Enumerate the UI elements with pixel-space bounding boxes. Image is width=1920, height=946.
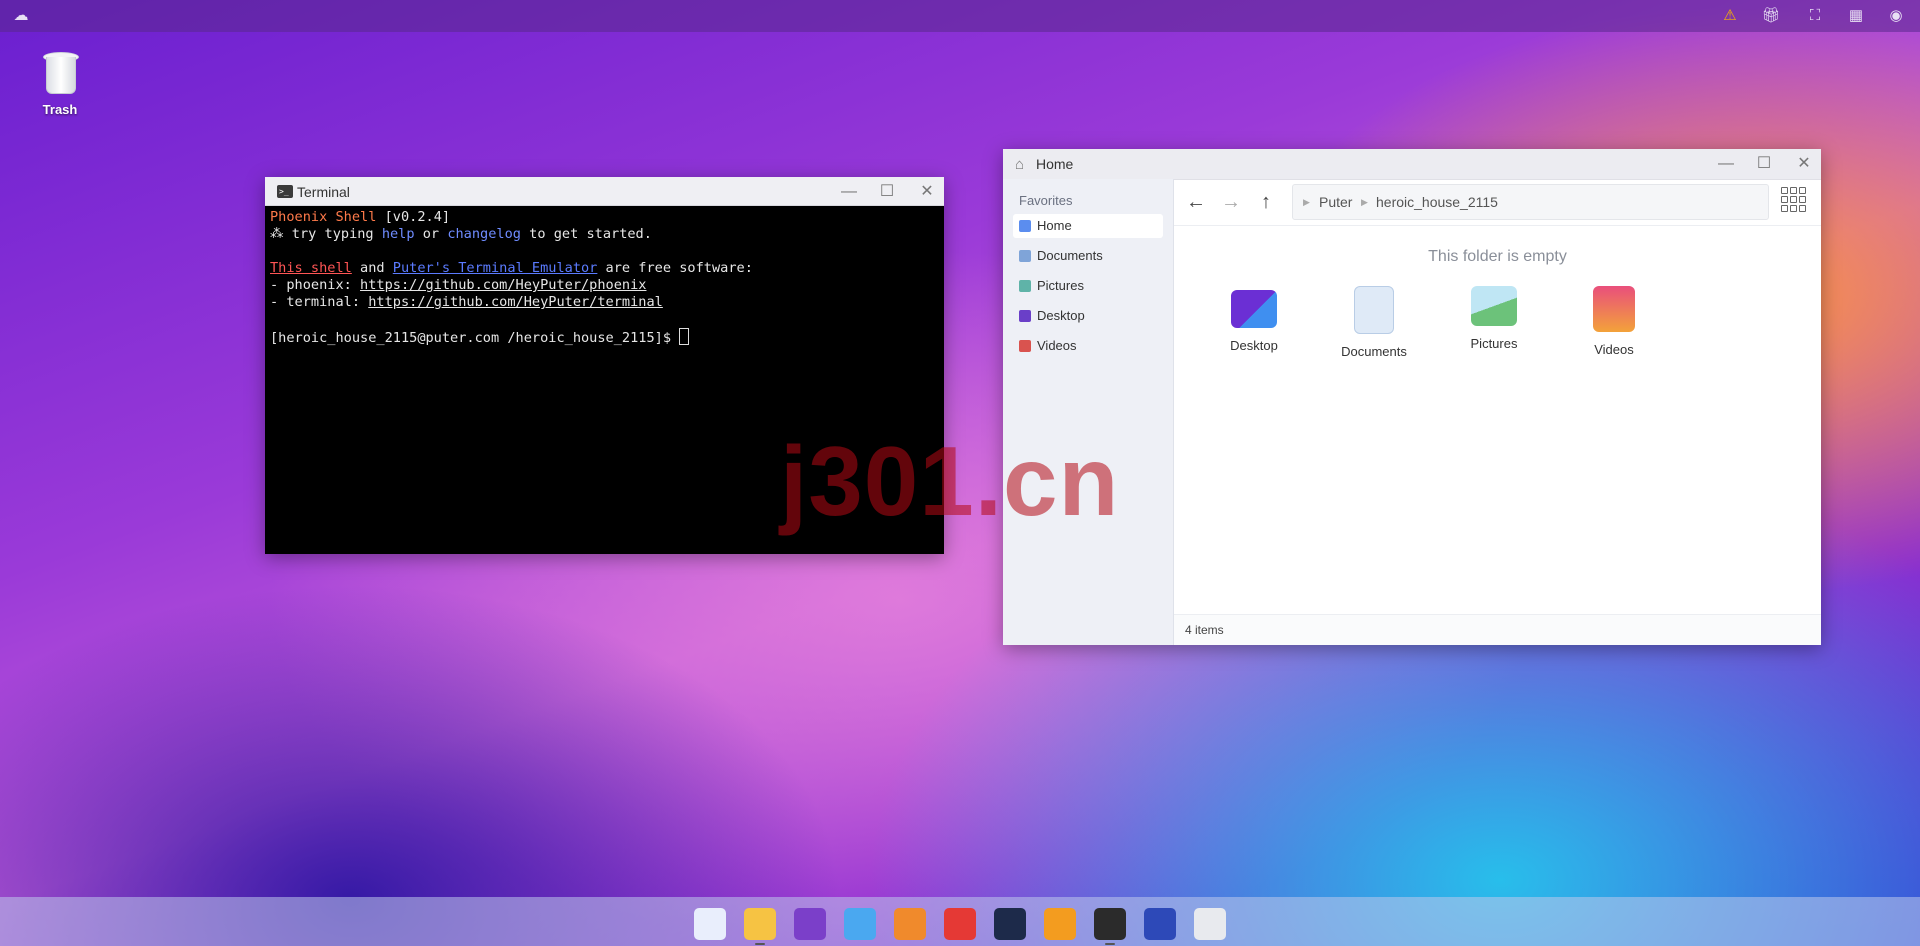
shell-prompt: [heroic_house_2115@puter.com /heroic_hou… xyxy=(270,330,680,346)
files-title: Home xyxy=(1036,156,1074,172)
folder-item-desktop[interactable]: Desktop xyxy=(1199,286,1309,353)
pictures-icon xyxy=(1019,280,1031,292)
app-launcher-icon[interactable] xyxy=(694,908,726,940)
breadcrumb-puter[interactable]: Puter xyxy=(1319,194,1352,210)
warning-icon[interactable]: ⚠ xyxy=(1720,6,1740,26)
favorites-heading: Favorites xyxy=(1019,193,1073,208)
item-count: 4 items xyxy=(1185,623,1224,637)
watermark: j301.cn xyxy=(780,426,1120,536)
terminal-titlebar[interactable]: >_ Terminal — ☐ ✕ xyxy=(265,177,944,206)
gift-icon[interactable]: 🎁︎ xyxy=(1761,6,1781,26)
empty-folder-message: This folder is empty xyxy=(1428,248,1567,265)
text-cursor[interactable] xyxy=(679,328,690,345)
maximize-button[interactable]: ☐ xyxy=(1753,154,1775,174)
sidebar-item-desktop[interactable]: Desktop xyxy=(1013,304,1163,328)
files-navbar: ← → ↑ ▶ Puter ▶ heroic_house_2115 xyxy=(1174,179,1821,226)
pictures-folder-icon xyxy=(1471,286,1517,326)
trash-can-icon xyxy=(43,50,79,94)
file-manager-window[interactable]: ⌂ Home — ☐ ✕ Favorites Home Documents Pi… xyxy=(1003,149,1821,645)
puter-icon[interactable] xyxy=(1144,908,1176,940)
files-sidebar: Favorites Home Documents Pictures Deskto… xyxy=(1003,179,1174,645)
sidebar-item-home[interactable]: Home xyxy=(1013,214,1163,238)
breadcrumb: ▶ Puter ▶ heroic_house_2115 xyxy=(1292,184,1769,220)
folder-item-documents[interactable]: Documents xyxy=(1319,286,1429,359)
trash-icon[interactable] xyxy=(1194,908,1226,940)
files-content[interactable]: This folder is empty Desktop Documents P… xyxy=(1174,226,1821,615)
phoenix-url-link[interactable]: https://github.com/HeyPuter/phoenix xyxy=(360,277,646,293)
close-button[interactable]: ✕ xyxy=(916,182,938,202)
terminal-emulator-link[interactable]: Puter's Terminal Emulator xyxy=(393,260,598,276)
terminal-url-link[interactable]: https://github.com/HeyPuter/terminal xyxy=(368,294,663,310)
chevron-right-icon: ▶ xyxy=(1361,197,1368,207)
code-icon[interactable] xyxy=(944,908,976,940)
hint-icon: ⁂ xyxy=(270,226,284,242)
running-indicator xyxy=(755,943,765,945)
chevron-right-icon: ▶ xyxy=(1303,197,1310,207)
terminal-icon[interactable] xyxy=(1094,908,1126,940)
home-icon: ⌂ xyxy=(1015,156,1025,173)
desktop-folder-icon xyxy=(1231,290,1277,328)
cubes-icon[interactable] xyxy=(844,908,876,940)
view-grid-button[interactable] xyxy=(1781,187,1809,215)
sidebar-item-videos[interactable]: Videos xyxy=(1013,334,1163,358)
changelog-command: changelog xyxy=(447,226,521,242)
recorder-icon[interactable] xyxy=(1044,908,1076,940)
back-button[interactable]: ← xyxy=(1183,189,1209,215)
shell-version: [v0.2.4] xyxy=(376,209,451,225)
this-shell-link[interactable]: This shell xyxy=(270,260,352,276)
close-button[interactable]: ✕ xyxy=(1793,154,1815,174)
draw-icon[interactable] xyxy=(894,908,926,940)
breadcrumb-folder[interactable]: heroic_house_2115 xyxy=(1376,194,1498,210)
shell-name: Phoenix Shell xyxy=(270,209,377,225)
running-indicator xyxy=(1105,943,1115,945)
documents-folder-icon xyxy=(1354,286,1394,334)
folder-item-pictures[interactable]: Pictures xyxy=(1439,286,1549,351)
documents-icon xyxy=(1019,250,1031,262)
sidebar-item-documents[interactable]: Documents xyxy=(1013,244,1163,268)
fullscreen-icon[interactable]: ⛶ xyxy=(1805,6,1825,26)
files-icon[interactable] xyxy=(744,908,776,940)
videos-folder-icon xyxy=(1593,286,1635,332)
editor-icon[interactable] xyxy=(794,908,826,940)
minimize-button[interactable]: — xyxy=(838,182,860,202)
puter-logo-icon[interactable]: ☁ xyxy=(11,6,31,26)
terminal-title: Terminal xyxy=(297,184,350,200)
minimize-button[interactable]: — xyxy=(1715,154,1737,174)
home-icon xyxy=(1019,220,1031,232)
camera-icon[interactable] xyxy=(994,908,1026,940)
top-bar: ☁ ⚠ 🎁︎ ⛶ ▦ ◉ xyxy=(0,0,1920,32)
maximize-button[interactable]: ☐ xyxy=(876,182,898,202)
trash-label: Trash xyxy=(42,102,78,117)
qr-code-icon[interactable]: ▦ xyxy=(1846,6,1866,26)
desktop-trash[interactable]: Trash xyxy=(28,50,92,117)
terminal-icon: >_ xyxy=(277,185,293,198)
help-command: help xyxy=(381,226,415,242)
user-account-icon[interactable]: ◉ xyxy=(1886,6,1906,26)
sidebar-item-pictures[interactable]: Pictures xyxy=(1013,274,1163,298)
up-button[interactable]: ↑ xyxy=(1253,189,1279,215)
files-titlebar[interactable]: ⌂ Home — ☐ ✕ xyxy=(1003,149,1821,180)
forward-button[interactable]: → xyxy=(1218,189,1244,215)
desktop-icon xyxy=(1019,310,1031,322)
folder-item-videos[interactable]: Videos xyxy=(1559,286,1669,357)
files-status-bar: 4 items xyxy=(1174,614,1821,645)
videos-icon xyxy=(1019,340,1031,352)
